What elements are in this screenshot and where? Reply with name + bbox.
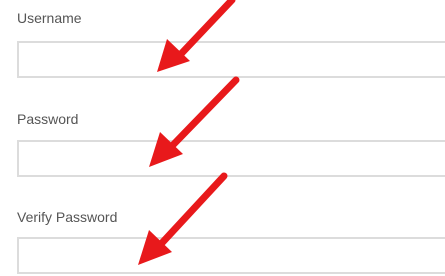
password-label: Password <box>17 111 79 127</box>
username-field[interactable] <box>17 41 445 78</box>
verify-password-field[interactable] <box>17 237 445 274</box>
username-label: Username <box>17 10 82 26</box>
password-field[interactable] <box>17 140 445 177</box>
red-arrow-group <box>138 0 240 265</box>
verify-password-label: Verify Password <box>17 209 118 225</box>
signup-form: Username Password Verify Password <box>0 0 445 276</box>
